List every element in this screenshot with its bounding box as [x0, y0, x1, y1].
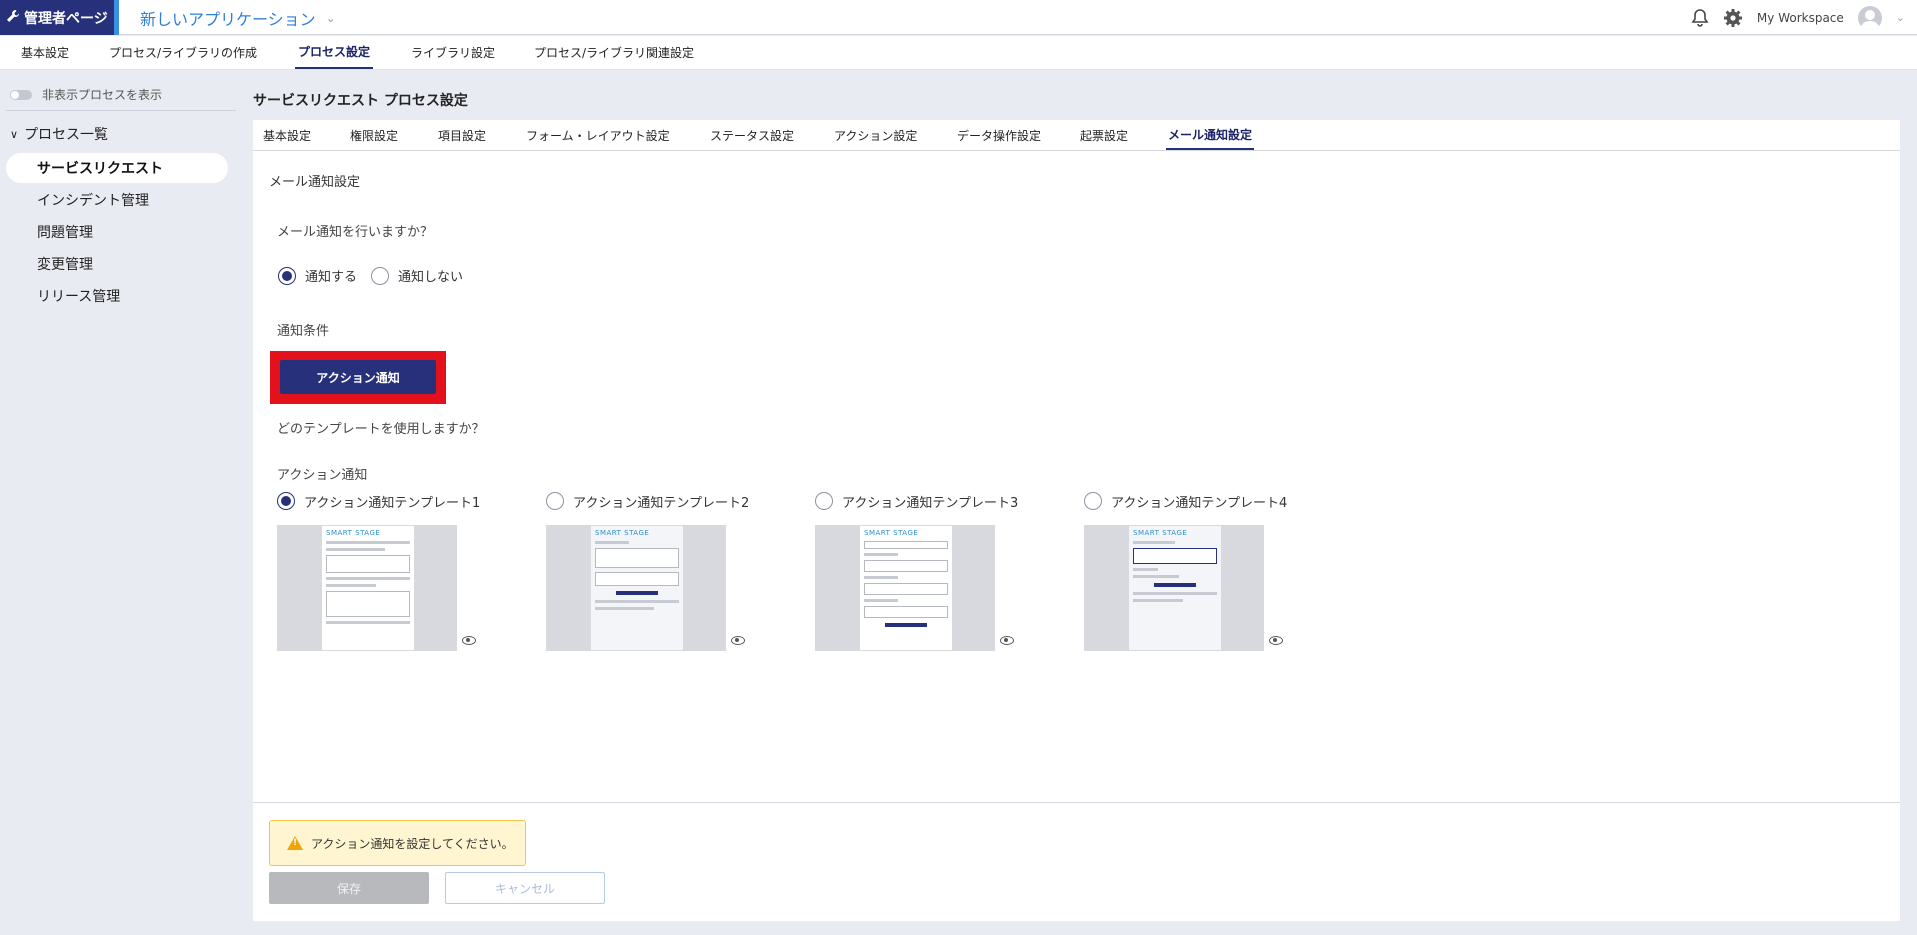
template-thumbnail-1: SMART STAGE — [277, 525, 476, 651]
template-radio-2[interactable]: アクション通知テンプレート2 — [546, 491, 816, 511]
radio-selected[interactable] — [277, 492, 295, 510]
radio-selected[interactable] — [278, 266, 296, 285]
template-radio-3[interactable]: アクション通知テンプレート3 — [815, 491, 1085, 511]
toggle-label: 非表示プロセスを表示 — [42, 88, 163, 102]
toggle-switch[interactable] — [10, 89, 32, 100]
sidebar-item-service-request[interactable]: サービスリクエスト — [6, 153, 228, 183]
template-group-label: アクション通知 — [277, 468, 368, 483]
main-tab-related-settings[interactable]: プロセス/ライブラリ関連設定 — [531, 36, 697, 69]
tab-basic[interactable]: 基本設定 — [261, 120, 313, 150]
template-label-2: アクション通知テンプレート2 — [573, 495, 750, 511]
notify-on-label: 通知する — [305, 270, 358, 285]
sub-tabs: 基本設定 権限設定 項目設定 フォーム・レイアウト設定 ステータス設定 アクショ… — [253, 120, 1900, 151]
template-label-1: アクション通知テンプレート1 — [304, 495, 481, 511]
notify-off-label: 通知しない — [398, 270, 464, 285]
tab-form-layout[interactable]: フォーム・レイアウト設定 — [524, 120, 672, 150]
gear-icon[interactable] — [1723, 8, 1743, 28]
notify-off-option[interactable]: 通知しない — [371, 266, 463, 285]
radio-unselected[interactable] — [815, 492, 833, 510]
process-list: サービスリクエスト インシデント管理 問題管理 変更管理 リリース管理 — [6, 153, 228, 313]
top-bar: 管理者ページ 新しいアプリケーション ⌄ My Workspace ⌄ — [0, 0, 1917, 35]
chevron-down-icon: ⌄ — [325, 10, 336, 25]
preview-eye-icon[interactable] — [1000, 636, 1014, 645]
template-thumbnail-3: SMART STAGE — [815, 525, 1014, 651]
tab-permission[interactable]: 権限設定 — [348, 120, 400, 150]
save-button[interactable]: 保存 — [269, 872, 429, 904]
radio-unselected[interactable] — [1084, 492, 1102, 510]
tab-fields[interactable]: 項目設定 — [436, 120, 488, 150]
notify-radio-group: 通知する 通知しない — [278, 266, 477, 285]
warning-icon — [287, 836, 303, 850]
wrench-icon — [6, 9, 20, 27]
preview-eye-icon[interactable] — [731, 636, 745, 645]
thumb-brand: SMART STAGE — [326, 529, 381, 537]
condition-label: 通知条件 — [277, 324, 330, 339]
process-list-title: プロセス一覧 — [24, 127, 109, 143]
template-label-3: アクション通知テンプレート3 — [842, 495, 1019, 511]
tab-data-operation[interactable]: データ操作設定 — [955, 120, 1043, 150]
bell-icon[interactable] — [1691, 8, 1709, 28]
template-question: どのテンプレートを使用しますか？ — [277, 422, 485, 437]
template-radio-4[interactable]: アクション通知テンプレート4 — [1084, 491, 1354, 511]
thumb-brand: SMART STAGE — [595, 529, 650, 537]
tab-creation[interactable]: 起票設定 — [1078, 120, 1130, 150]
footer-divider — [253, 802, 1900, 803]
main-tab-basic[interactable]: 基本設定 — [18, 36, 72, 69]
warning-text: アクション通知を設定してください。 — [311, 836, 514, 851]
radio-unselected[interactable] — [546, 492, 564, 510]
thumb-brand: SMART STAGE — [864, 529, 919, 537]
action-notification-button[interactable]: アクション通知 — [280, 360, 436, 394]
page-title: サービスリクエスト プロセス設定 — [253, 93, 468, 109]
template-thumbnail-2: SMART STAGE — [546, 525, 745, 651]
template-option-3: アクション通知テンプレート3 SMART STAGE — [815, 491, 1085, 651]
template-radio-1[interactable]: アクション通知テンプレート1 — [277, 491, 547, 511]
sidebar: 非表示プロセスを表示 ∨ プロセス一覧 サービスリクエスト インシデント管理 問… — [0, 70, 238, 935]
template-option-4: アクション通知テンプレート4 SMART STAGE — [1084, 491, 1354, 651]
sidebar-item-incident[interactable]: インシデント管理 — [6, 185, 228, 215]
admin-page-label: 管理者ページ — [24, 10, 108, 27]
admin-page-badge[interactable]: 管理者ページ — [0, 0, 119, 35]
chevron-down-icon: ∨ — [10, 127, 19, 141]
divider — [6, 110, 236, 111]
sidebar-item-release[interactable]: リリース管理 — [6, 281, 228, 311]
tab-mail-notification[interactable]: メール通知設定 — [1166, 120, 1255, 150]
preview-eye-icon[interactable] — [1269, 636, 1283, 645]
notify-on-option[interactable]: 通知する — [278, 266, 357, 285]
warning-message: アクション通知を設定してください。 — [269, 820, 526, 866]
template-option-2: アクション通知テンプレート2 SMART STAGE — [546, 491, 816, 651]
main-tab-create[interactable]: プロセス/ライブラリの作成 — [106, 36, 260, 69]
tab-action[interactable]: アクション設定 — [832, 120, 919, 150]
main-tab-library-settings[interactable]: ライブラリ設定 — [408, 36, 498, 69]
section-title: メール通知設定 — [269, 175, 361, 190]
cancel-button[interactable]: キャンセル — [445, 872, 605, 904]
radio-unselected[interactable] — [371, 266, 390, 285]
main-nav: 基本設定 プロセス/ライブラリの作成 プロセス設定 ライブラリ設定 プロセス/ラ… — [0, 36, 1917, 70]
preview-eye-icon[interactable] — [462, 636, 476, 645]
sidebar-item-problem[interactable]: 問題管理 — [6, 217, 228, 247]
thumb-brand: SMART STAGE — [1133, 529, 1188, 537]
show-hidden-toggle-row[interactable]: 非表示プロセスを表示 — [10, 86, 162, 103]
process-list-header[interactable]: ∨ プロセス一覧 — [10, 124, 108, 144]
app-name: 新しいアプリケーション — [140, 9, 316, 29]
main-tab-process-settings[interactable]: プロセス設定 — [295, 36, 374, 69]
tab-status[interactable]: ステータス設定 — [708, 120, 796, 150]
user-avatar[interactable] — [1857, 5, 1882, 30]
sidebar-item-change[interactable]: 変更管理 — [6, 249, 228, 279]
template-option-1: アクション通知テンプレート1 SMART STAGE — [277, 491, 547, 651]
workspace-name[interactable]: My Workspace — [1757, 11, 1844, 25]
template-label-4: アクション通知テンプレート4 — [1111, 495, 1288, 511]
notify-question: メール通知を行いますか？ — [277, 225, 434, 240]
settings-panel: 基本設定 権限設定 項目設定 フォーム・レイアウト設定 ステータス設定 アクショ… — [253, 120, 1900, 921]
template-thumbnail-4: SMART STAGE — [1084, 525, 1283, 651]
app-selector[interactable]: 新しいアプリケーション ⌄ — [140, 0, 336, 35]
chevron-down-icon[interactable]: ⌄ — [1896, 11, 1905, 24]
